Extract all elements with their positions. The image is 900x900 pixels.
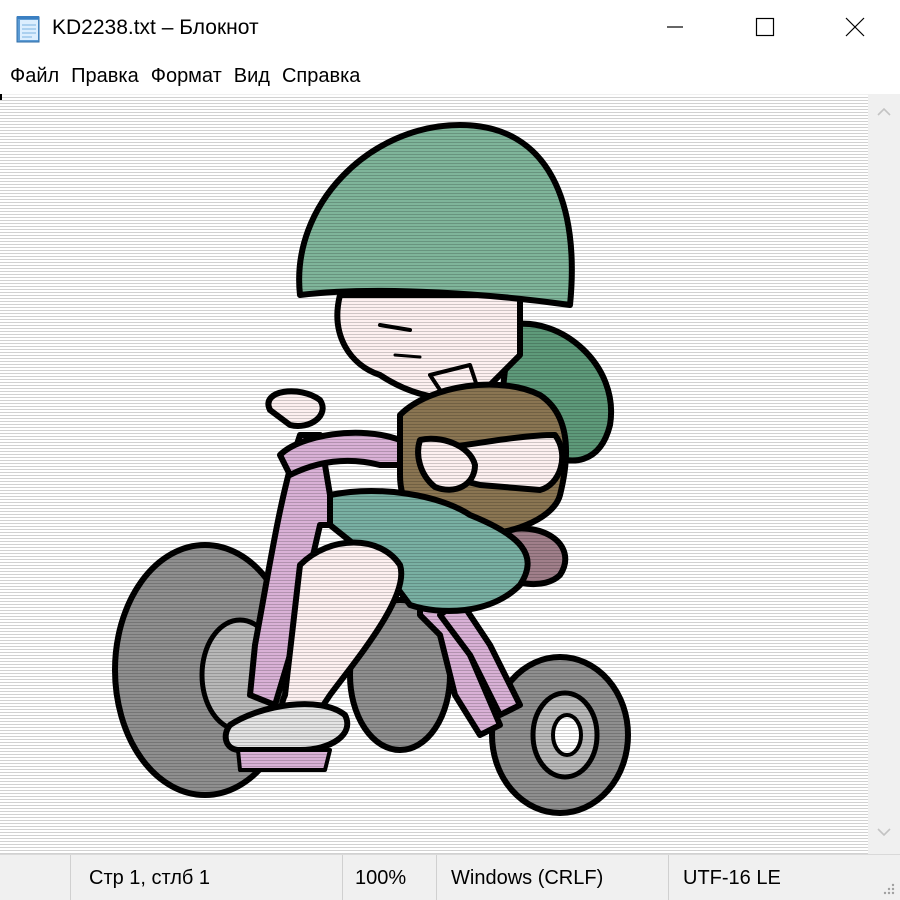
scroll-down-button[interactable] xyxy=(868,814,900,854)
text-editor-area[interactable] xyxy=(0,94,868,854)
menu-help[interactable]: Справка xyxy=(278,65,364,88)
menu-format[interactable]: Формат xyxy=(147,65,226,88)
vertical-scrollbar[interactable] xyxy=(868,94,900,854)
status-zoom: 100% xyxy=(342,855,436,900)
close-icon xyxy=(844,16,866,43)
menu-view[interactable]: Вид xyxy=(230,65,274,88)
chevron-down-icon xyxy=(876,825,892,843)
menu-bar: Файл Правка Формат Вид Справка xyxy=(0,58,900,94)
status-line-endings: Windows (CRLF) xyxy=(436,855,668,900)
maximize-button[interactable] xyxy=(720,0,810,58)
title-bar: KD2238.txt – Блокнот xyxy=(0,0,900,58)
ascii-art-child-on-tricycle xyxy=(0,95,868,854)
status-bar: Стр 1, стлб 1 100% Windows (CRLF) UTF-16… xyxy=(0,854,900,900)
minimize-icon xyxy=(665,17,685,42)
status-cursor-position: Стр 1, стлб 1 xyxy=(70,855,342,900)
scroll-up-button[interactable] xyxy=(868,94,900,134)
window-title: KD2238.txt – Блокнот xyxy=(52,16,259,39)
menu-file[interactable]: Файл xyxy=(6,65,63,88)
notepad-icon xyxy=(14,14,44,44)
close-button[interactable] xyxy=(810,0,900,58)
status-encoding: UTF-16 LE xyxy=(668,855,868,900)
resize-grip-icon[interactable] xyxy=(880,880,896,896)
minimize-button[interactable] xyxy=(630,0,720,58)
chevron-up-icon xyxy=(876,105,892,123)
text-caret xyxy=(0,94,2,100)
menu-edit[interactable]: Правка xyxy=(67,65,143,88)
maximize-icon xyxy=(755,17,775,42)
